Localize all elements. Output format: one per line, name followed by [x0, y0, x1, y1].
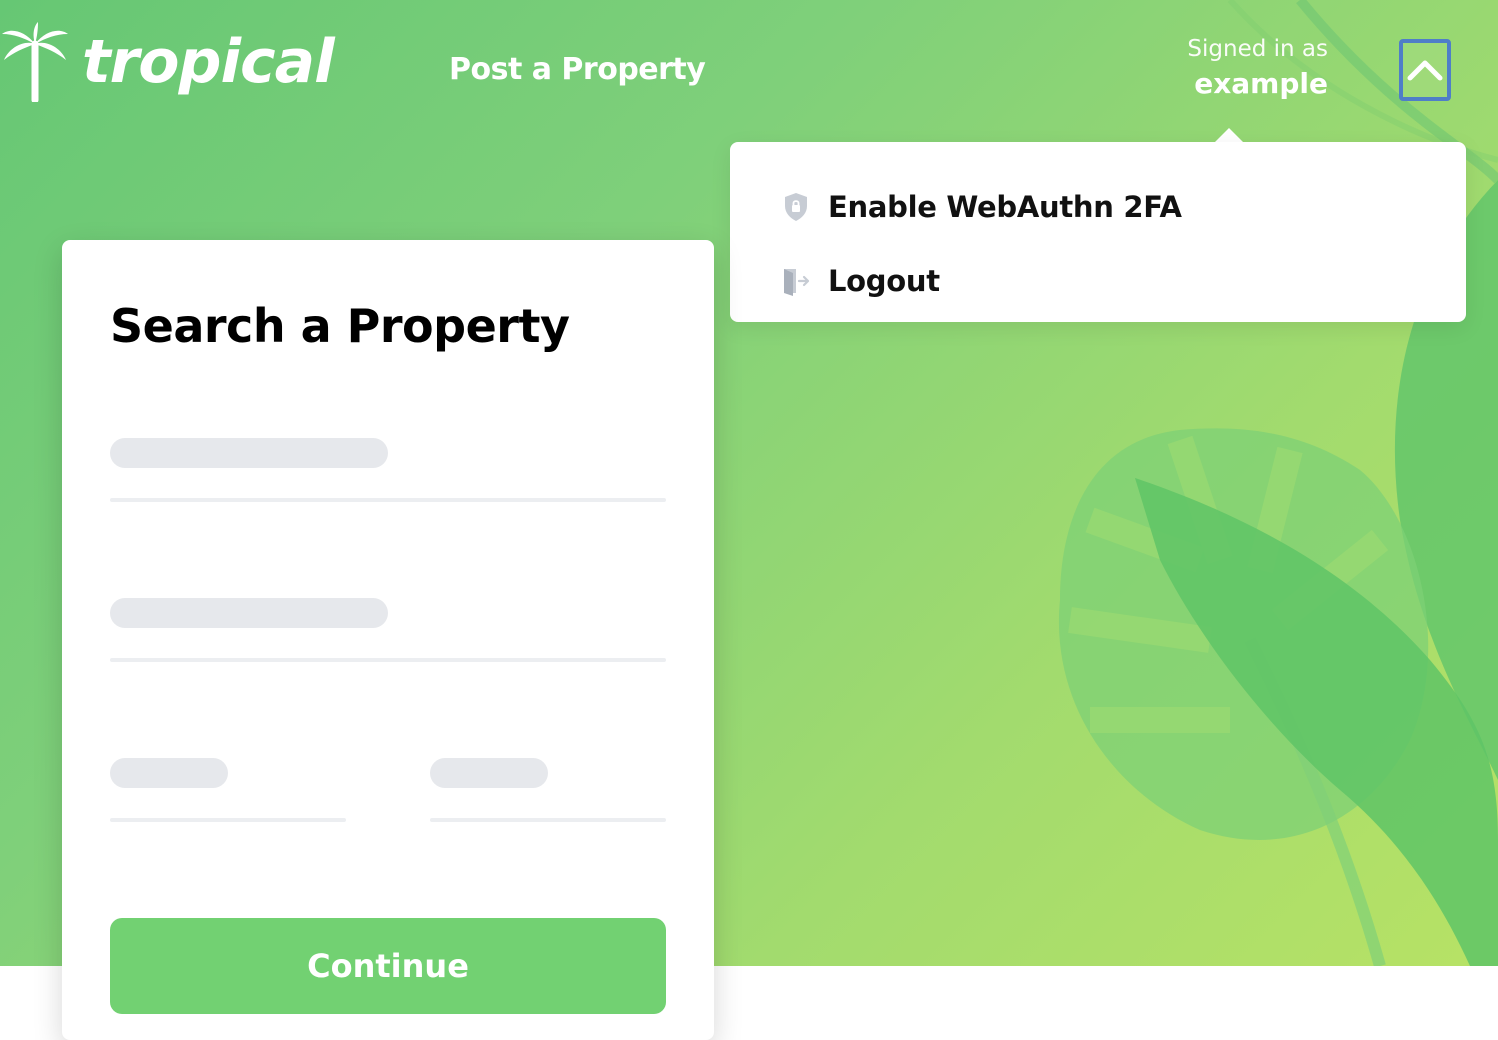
palm-tree-icon	[2, 22, 68, 102]
account-dropdown-menu: Enable WebAuthn 2FA Logout	[730, 142, 1466, 322]
menu-item-label: Enable WebAuthn 2FA	[828, 190, 1182, 224]
menu-item-logout[interactable]: Logout	[782, 264, 940, 298]
menu-item-enable-webauthn[interactable]: Enable WebAuthn 2FA	[782, 190, 1182, 224]
field-underline[interactable]	[430, 818, 666, 822]
continue-button[interactable]: Continue	[110, 918, 666, 1014]
logout-door-icon	[784, 269, 810, 296]
nav-post-property-link[interactable]: Post a Property	[449, 52, 706, 87]
brand-name: tropical	[82, 27, 335, 97]
signed-in-info: Signed in as example	[1187, 34, 1328, 104]
skeleton-label-placeholder	[110, 438, 388, 468]
search-property-card: Search a Property Continue	[62, 240, 714, 1040]
dropdown-caret	[1215, 128, 1243, 142]
field-underline[interactable]	[110, 658, 666, 662]
skeleton-label-placeholder	[110, 598, 388, 628]
signed-in-caption: Signed in as	[1187, 36, 1328, 62]
brand-logo[interactable]: tropical	[0, 22, 335, 102]
field-underline[interactable]	[110, 498, 666, 502]
page-title: Search a Property	[110, 299, 570, 353]
username: example	[1194, 67, 1328, 100]
skeleton-label-placeholder	[110, 758, 228, 788]
menu-item-label: Logout	[828, 264, 940, 298]
account-menu-toggle-button[interactable]	[1399, 39, 1451, 101]
shield-lock-icon	[785, 193, 807, 221]
field-underline[interactable]	[110, 818, 346, 822]
skeleton-label-placeholder	[430, 758, 548, 788]
chevron-up-icon	[1407, 60, 1443, 81]
